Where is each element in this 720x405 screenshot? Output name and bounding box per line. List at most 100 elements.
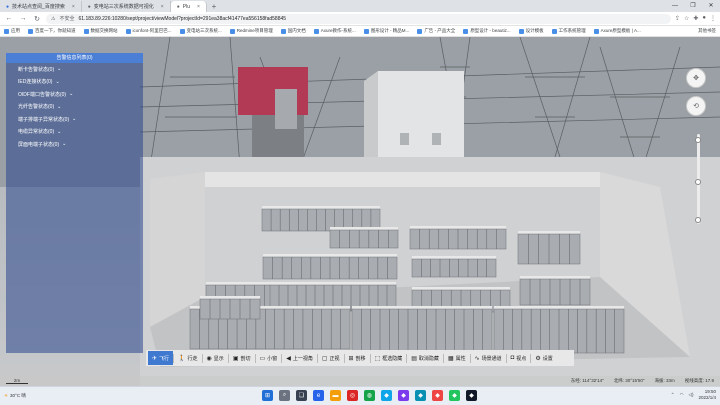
bookmark-item[interactable]: 应用 <box>4 28 20 34</box>
close-window-icon[interactable]: ✕ <box>702 0 720 12</box>
toolbar-button[interactable]: ▦ 属性 <box>444 351 470 365</box>
bookmark-item[interactable]: 数据交换网站 <box>83 28 118 34</box>
plane-icon: ✈ <box>152 355 158 362</box>
toolbar-button[interactable]: ⬚ 框选隐藏 <box>371 351 407 365</box>
3d-viewport[interactable]: 告警信息列表(0) 断卡告警状态(0) ⌄ IED连接状态(0) ⌄ OIDF端口告警状… <box>0 37 720 386</box>
back-view-icon: ◀ <box>286 355 291 362</box>
minimize-icon[interactable]: — <box>666 0 684 12</box>
tab-title: 变电站三次系统数据可视化 <box>93 4 154 10</box>
url-field[interactable]: ⚠ 不安全 61.183.89.226:10280/sept/project/v… <box>46 13 671 24</box>
toolbar-button-label: 小窗 <box>267 355 278 362</box>
other-bookmarks[interactable]: 其他书签 <box>698 28 716 34</box>
zoom-handle[interactable] <box>695 179 701 185</box>
alarm-item-label: IED连接状态(0) <box>18 79 53 86</box>
toolbar-button[interactable]: ∿ 场景通道 <box>471 351 506 365</box>
menu-icon[interactable]: ⋮ <box>710 15 716 22</box>
search-icon[interactable]: ⌕ <box>279 390 290 401</box>
bookmark-icon <box>518 28 524 34</box>
bookmark-item[interactable]: Redmine项目管理 <box>229 28 273 34</box>
app-icon[interactable]: ◆ <box>398 390 409 401</box>
toolbar-button[interactable]: ◉ 显示 <box>203 351 228 365</box>
bookmarks-bar: 应用 百度一下，你就知道 数据交换网站 iconfont-阿里巴巴... 变电站三次系统… <box>0 26 720 37</box>
zoom-in-icon[interactable] <box>695 137 701 143</box>
tab-title: 技术站点查阅_百度搜索 <box>12 4 65 10</box>
bookmark-item[interactable]: Axure原型模板 | A... <box>593 28 641 34</box>
toolbar-button[interactable]: ▢ 正视 <box>318 351 344 365</box>
toolbar-button[interactable]: ▤ 取消隐藏 <box>407 351 443 365</box>
chevron-down-icon: ⌄ <box>57 103 62 110</box>
bookmark-label: 百度一下，你就知道 <box>35 28 76 33</box>
bookmark-label: 图形设计 - 精品M... <box>370 28 410 33</box>
bookmark-item[interactable]: 原型设计 - beautiz... <box>463 28 511 34</box>
alarm-item[interactable]: 光纤告警状态(0) ⌄ <box>6 101 143 114</box>
toolbar-button[interactable]: ▣ 剖切 <box>229 351 255 365</box>
zoom-out-icon[interactable] <box>695 217 701 223</box>
bookmark-item[interactable]: 工作系统管理 <box>551 28 586 34</box>
folder-icon[interactable]: ▬ <box>330 390 341 401</box>
window-icon: ▭ <box>259 355 266 362</box>
alarm-item[interactable]: IED连接状态(0) ⌄ <box>6 76 143 89</box>
chevron-down-icon: ⌄ <box>72 116 77 123</box>
task-view-icon[interactable]: ❏ <box>296 390 307 401</box>
bookmark-label: Axure教作-系统... <box>320 28 356 33</box>
alarm-item[interactable]: OIDF端口告警状态(0) ⌄ <box>6 88 143 101</box>
maximize-icon[interactable]: ❐ <box>684 0 702 12</box>
bookmark-item[interactable]: 广告 - 产品大全 <box>417 28 455 34</box>
chevron-down-icon: ⌄ <box>57 128 62 135</box>
bookmark-item[interactable]: 百度一下，你就知道 <box>28 28 76 34</box>
bookmark-item[interactable]: 设计模板 <box>518 28 544 34</box>
extensions-icon[interactable]: ✚ <box>693 15 698 22</box>
toolbar-button[interactable]: 🚶 行走 <box>174 351 202 365</box>
toolbar-button[interactable]: ◀ 上一视角 <box>282 351 317 365</box>
rotate-icon[interactable]: ⟲ <box>686 96 706 116</box>
back-icon[interactable]: ← <box>4 15 14 22</box>
app-icon[interactable]: ◆ <box>415 390 426 401</box>
wifi-icon[interactable]: ◠ <box>680 392 684 398</box>
bookmark-icon <box>125 28 131 34</box>
chevron-up-icon[interactable]: ⌃ <box>671 392 675 398</box>
app-icon[interactable]: ◆ <box>466 390 477 401</box>
alarm-item[interactable]: 端子排端子异常状态(0) ⌄ <box>6 113 143 126</box>
bookmark-label: 原型设计 - beautiz... <box>470 28 511 33</box>
chrome-icon[interactable]: ◎ <box>347 390 358 401</box>
forward-icon[interactable]: → <box>18 15 28 22</box>
new-tab-button[interactable]: + <box>207 1 221 12</box>
star-icon[interactable]: ☆ <box>684 15 689 22</box>
bookmark-item[interactable]: 变电站三次系统... <box>179 28 222 34</box>
share-icon[interactable]: ⇪ <box>675 15 680 22</box>
alarm-item[interactable]: 断卡告警状态(0) ⌄ <box>6 63 143 76</box>
toolbar-button[interactable]: ◘ 视点 <box>507 351 531 365</box>
volume-icon[interactable]: ◁) <box>689 392 694 398</box>
browser-tab-2[interactable]: ● 变电站三次系统数据可视化 × <box>82 1 171 12</box>
latitude-readout: 北纬: 30°15'50" <box>613 378 645 383</box>
edge-icon[interactable]: e <box>313 390 324 401</box>
bookmark-item[interactable]: Axure教作-系统... <box>313 28 356 34</box>
toolbar-button[interactable]: ▭ 小窗 <box>256 351 282 365</box>
wechat-icon[interactable]: ◍ <box>364 390 375 401</box>
alarm-item-label: 端子排端子异常状态(0) <box>18 116 70 123</box>
bookmark-item[interactable]: iconfont-阿里巴巴... <box>125 28 172 34</box>
close-icon[interactable]: × <box>72 4 75 10</box>
toolbar-button[interactable]: ⊞ 剖移 <box>345 351 370 365</box>
bookmark-item[interactable]: 国内文档 <box>280 28 306 34</box>
weather-widget[interactable]: ☀ 30°C 晴 <box>0 393 60 399</box>
app-icon[interactable]: ◆ <box>449 390 460 401</box>
reload-icon[interactable]: ↻ <box>32 15 42 23</box>
profile-icon[interactable]: ● <box>702 15 706 22</box>
close-icon[interactable]: × <box>197 4 200 10</box>
clock[interactable]: 19:50 2022/1/4 <box>698 389 716 401</box>
app-icon[interactable]: ◆ <box>432 390 443 401</box>
toolbar-button[interactable]: ⚙ 设置 <box>531 351 556 365</box>
close-icon[interactable]: × <box>161 4 164 10</box>
app-icon[interactable]: ◆ <box>381 390 392 401</box>
browser-tab-1[interactable]: ● 技术站点查阅_百度搜索 × <box>0 1 82 12</box>
alarm-item[interactable]: 电缆异常状态(0) ⌄ <box>6 126 143 139</box>
compass-icon[interactable]: ✥ <box>686 68 706 88</box>
toolbar-button[interactable]: ✈ 飞行 <box>148 351 174 365</box>
browser-tab-3[interactable]: ● Plu × <box>170 1 207 12</box>
taskbar-apps: ⊞ ⌕ ❏ e ▬ ◎ ◍ ◆ ◆ ◆ ◆ ◆ ◆ <box>262 390 477 401</box>
alarm-item[interactable]: 屏面电端子状态(0) ⌄ <box>6 138 143 151</box>
start-icon[interactable]: ⊞ <box>262 390 273 401</box>
bookmark-icon <box>551 28 557 34</box>
bookmark-item[interactable]: 图形设计 - 精品M... <box>363 28 410 34</box>
